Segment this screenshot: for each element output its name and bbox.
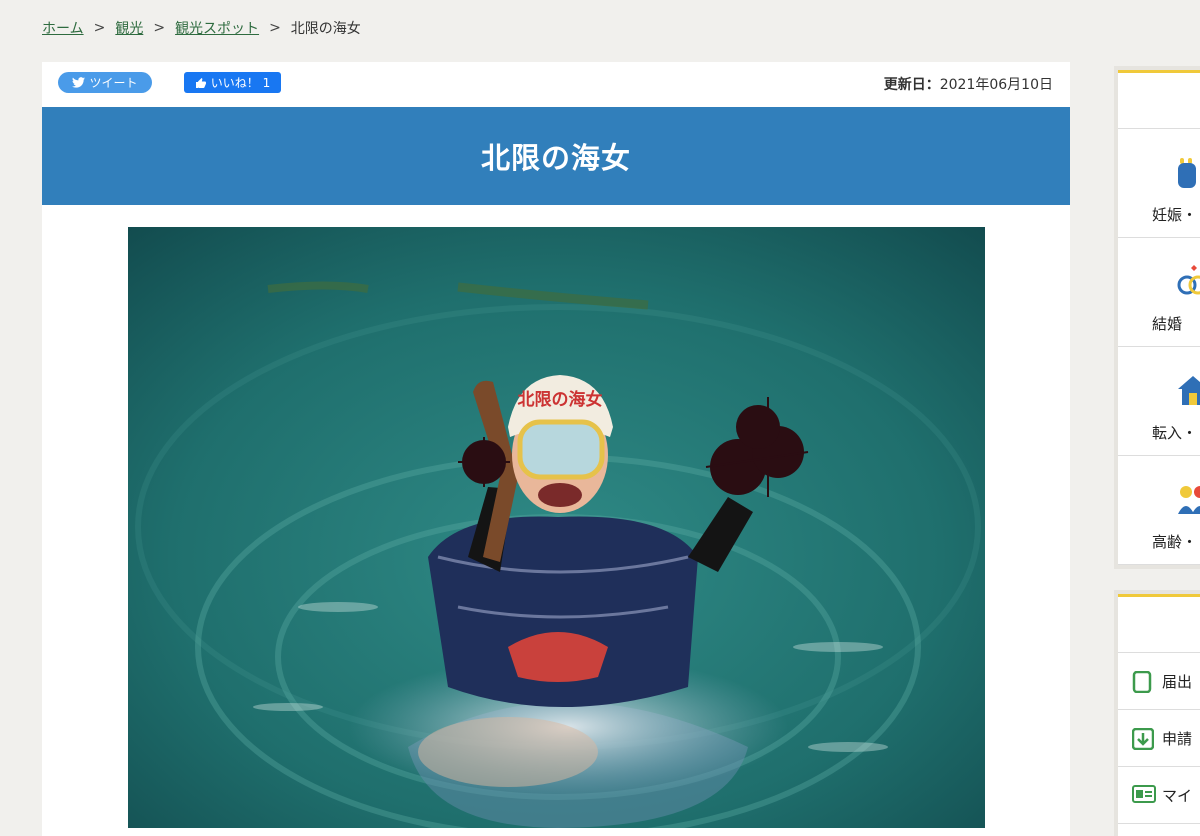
sidebar-item-label: 転入・ — [1152, 424, 1198, 442]
document-icon — [1132, 671, 1152, 693]
breadcrumb: ホーム > 観光 > 観光スポット > 北限の海女 — [42, 18, 361, 38]
sidebar-link-application[interactable]: 申請 — [1118, 710, 1200, 767]
breadcrumb-separator: > — [269, 20, 281, 36]
sidebar-header — [1118, 597, 1200, 653]
sidebar-link-mynumber[interactable]: マイ — [1118, 767, 1200, 824]
updated-date: 更新日：2021年06月10日 — [884, 74, 1053, 94]
sidebar-header — [1118, 73, 1200, 129]
sidebar-procedures-panel: 届出 申請 マイ — [1118, 594, 1200, 836]
sidebar-life-events-panel: 妊娠・ 結婚 転入・ 高齢・ — [1118, 70, 1200, 565]
download-icon — [1132, 728, 1154, 750]
breadcrumb-home-link[interactable]: ホーム — [42, 18, 84, 38]
thumbs-up-icon — [195, 77, 206, 88]
house-icon — [1178, 376, 1200, 405]
updated-label: 更新日： — [883, 77, 940, 93]
facebook-like-button[interactable]: いいね！ 1 — [184, 72, 281, 93]
title-bar: 北限の海女 — [42, 107, 1070, 205]
sidebar-item-label: 結婚 — [1152, 315, 1183, 333]
sidebar-life-events: 妊娠・ 結婚 転入・ 高齢・ — [1114, 66, 1200, 569]
sidebar-link-label: マイ — [1162, 787, 1193, 805]
main-content: ツイート いいね！ 1 更新日：2021年06月10日 北限の海女 北限の海女 — [42, 62, 1070, 836]
tweet-button[interactable]: ツイート — [58, 72, 152, 93]
sidebar-item-moving[interactable]: 転入・ — [1118, 347, 1200, 456]
tweet-label: ツイート — [89, 76, 138, 90]
mask-text: 北限の海女 — [518, 389, 603, 410]
rings-icon — [1177, 265, 1200, 295]
twitter-bird-icon — [72, 77, 86, 88]
sidebar-link-label: 届出 — [1162, 673, 1193, 691]
sidebar-item-label: 妊娠・ — [1152, 206, 1198, 224]
ama-diver-photo: 北限の海女 — [128, 227, 985, 828]
breadcrumb-spots-link[interactable]: 観光スポット — [175, 18, 259, 38]
sidebar-procedures: 届出 申請 マイ — [1114, 590, 1200, 836]
sidebar-item-marriage[interactable]: 結婚 — [1118, 238, 1200, 347]
share-row: ツイート いいね！ 1 更新日：2021年06月10日 — [42, 62, 1070, 107]
elderly-icon — [1178, 486, 1200, 514]
id-card-icon — [1132, 785, 1156, 803]
breadcrumb-current: 北限の海女 — [290, 21, 361, 37]
sidebar-link-label: 申請 — [1162, 730, 1193, 748]
breadcrumb-tourism-link[interactable]: 観光 — [115, 18, 143, 38]
sidebar-item-pregnancy[interactable]: 妊娠・ — [1118, 129, 1200, 238]
sidebar-link-notification[interactable]: 届出 — [1118, 653, 1200, 710]
sidebar-item-elderly[interactable]: 高齢・ — [1118, 456, 1200, 565]
page-title: 北限の海女 — [480, 141, 631, 175]
like-label: いいね！ 1 — [210, 76, 271, 90]
updated-value: 2021年06月10日 — [939, 77, 1053, 93]
breadcrumb-separator: > — [153, 20, 166, 36]
breadcrumb-separator: > — [93, 20, 106, 36]
baby-bottle-icon — [1178, 158, 1196, 188]
sidebar-item-label: 高齢・ — [1152, 533, 1198, 551]
